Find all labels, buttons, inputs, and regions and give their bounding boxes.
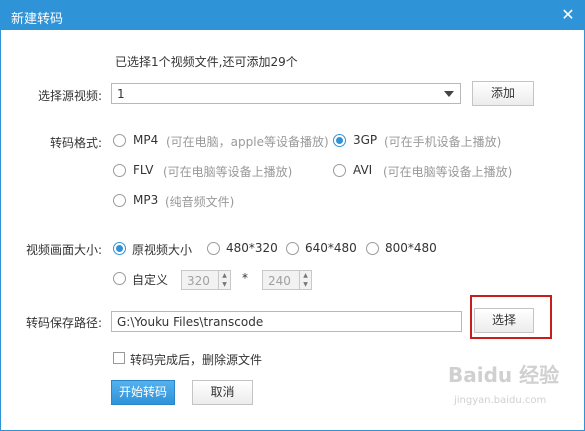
- cancel-button[interactable]: 取消: [192, 380, 253, 405]
- format-name-flv: FLV: [133, 163, 154, 177]
- size-radio-original[interactable]: [113, 242, 126, 255]
- add-button[interactable]: 添加: [472, 81, 534, 106]
- format-radio-mp4[interactable]: [113, 134, 126, 147]
- start-transcode-button[interactable]: 开始转码: [111, 380, 175, 405]
- custom-height-value: 240: [268, 274, 291, 288]
- size-option-480x320: 480*320: [226, 241, 278, 255]
- format-name-avi: AVI: [353, 163, 373, 177]
- format-radio-avi[interactable]: [333, 164, 346, 177]
- close-icon[interactable]: ✕: [558, 5, 578, 25]
- dialog-title: 新建转码: [11, 12, 64, 27]
- format-label: 转码格式:: [50, 136, 103, 150]
- stepper-arrows-icon[interactable]: ▲ ▼: [299, 271, 311, 289]
- watermark-text: Baidu 经验: [448, 363, 560, 387]
- format-radio-mp3[interactable]: [113, 194, 126, 207]
- custom-height-stepper[interactable]: 240 ▲ ▼: [262, 270, 312, 290]
- size-times-sign: *: [242, 271, 248, 285]
- size-radio-640x480[interactable]: [286, 242, 299, 255]
- transcode-dialog: 新建转码 ✕ 已选择1个视频文件,还可添加29个 选择源视频: 1 添加 转码格…: [0, 0, 585, 431]
- save-path-value: G:\Youku Files\transcode: [117, 315, 264, 329]
- size-radio-800x480[interactable]: [366, 242, 379, 255]
- baidu-watermark: Baidu 经验 jingyan.baidu.com: [448, 359, 568, 414]
- video-size-label: 视频画面大小:: [26, 243, 103, 257]
- delete-source-checkbox[interactable]: [113, 352, 125, 364]
- source-video-select[interactable]: 1: [111, 83, 461, 104]
- format-name-mp3: MP3: [133, 193, 159, 207]
- format-name-mp4: MP4: [133, 133, 159, 147]
- title-bar: 新建转码 ✕: [1, 1, 584, 30]
- format-radio-3gp[interactable]: [333, 134, 346, 147]
- custom-width-stepper[interactable]: 320 ▲ ▼: [181, 270, 231, 290]
- format-note-mp3: (纯音频文件): [165, 195, 235, 209]
- save-path-input[interactable]: G:\Youku Files\transcode: [111, 311, 462, 332]
- size-option-custom: 自定义: [132, 273, 169, 287]
- delete-source-label: 转码完成后，删除源文件: [130, 353, 263, 367]
- size-radio-custom[interactable]: [113, 272, 126, 285]
- highlight-annotation: [470, 295, 552, 339]
- format-note-3gp: (可在手机设备上播放): [384, 135, 502, 149]
- size-option-800x480: 800*480: [385, 241, 437, 255]
- format-radio-flv[interactable]: [113, 164, 126, 177]
- source-video-value: 1: [117, 87, 125, 101]
- stepper-arrows-icon[interactable]: ▲ ▼: [218, 271, 230, 289]
- source-video-label: 选择源视频:: [38, 89, 103, 103]
- size-radio-480x320[interactable]: [207, 242, 220, 255]
- format-note-flv: (可在电脑等设备上播放): [163, 165, 293, 179]
- size-option-original: 原视频大小: [132, 243, 193, 257]
- format-note-avi: (可在电脑等设备上播放): [383, 165, 513, 179]
- selected-files-info: 已选择1个视频文件,还可添加29个: [115, 55, 298, 69]
- custom-width-value: 320: [187, 274, 210, 288]
- save-path-label: 转码保存路径:: [26, 316, 103, 330]
- format-name-3gp: 3GP: [353, 133, 378, 147]
- size-option-640x480: 640*480: [305, 241, 357, 255]
- format-note-mp4: (可在电脑，apple等设备播放): [166, 135, 329, 149]
- watermark-sub: jingyan.baidu.com: [454, 395, 547, 406]
- chevron-down-icon[interactable]: [444, 91, 454, 97]
